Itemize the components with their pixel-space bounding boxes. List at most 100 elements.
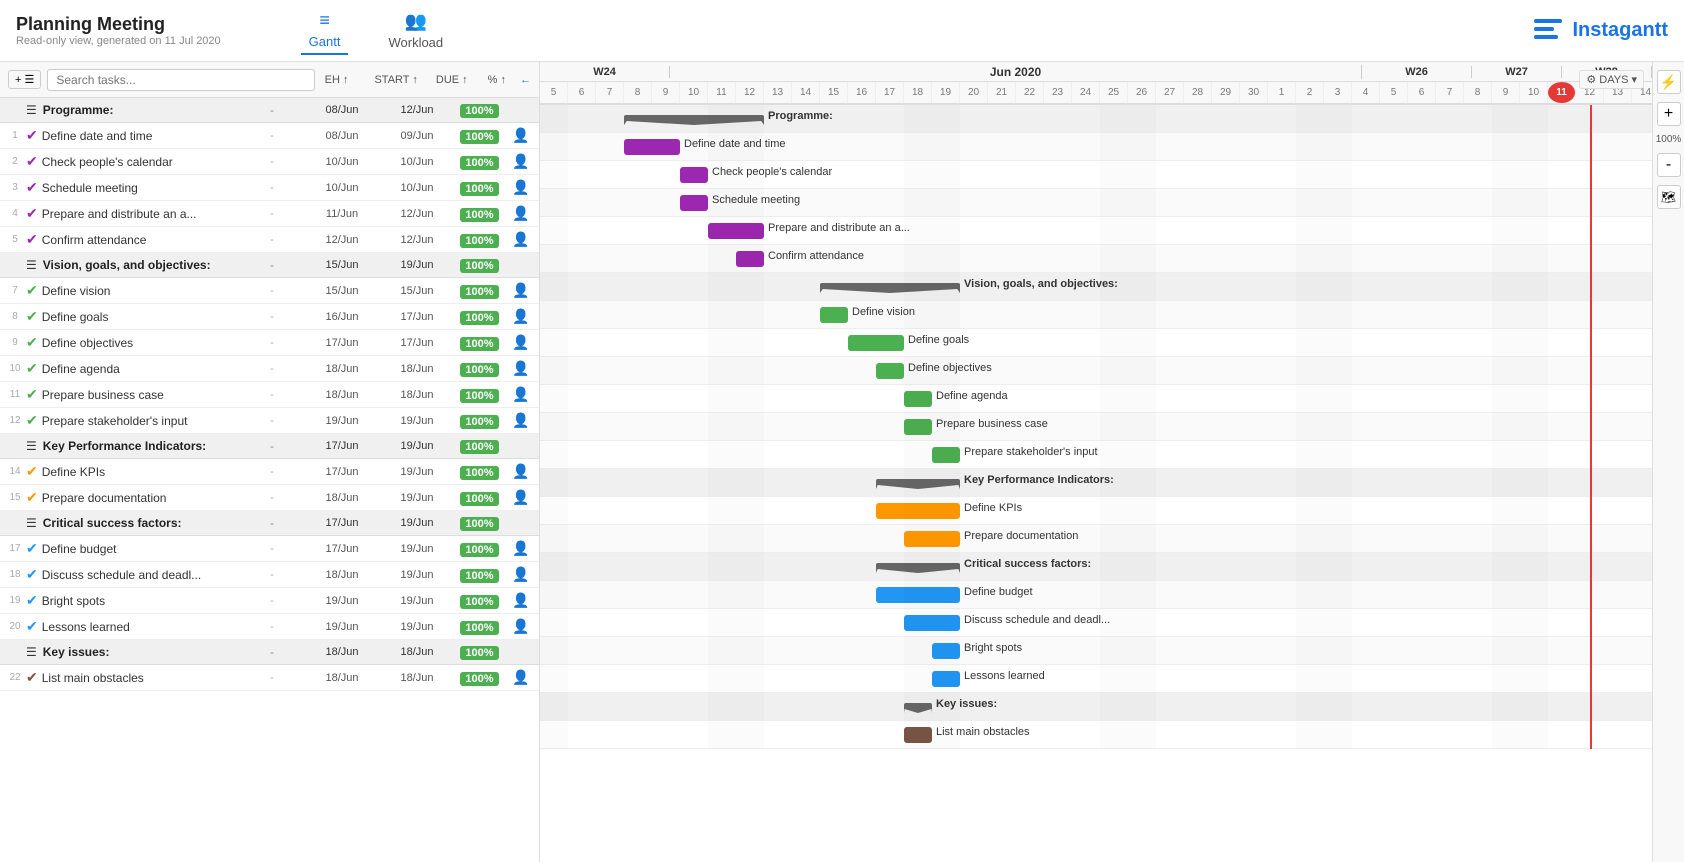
task-check-icon: ✔ [26,179,38,196]
task-pct: 100% [452,568,507,582]
group-collapse-icon[interactable]: ☰ [26,645,37,659]
task-assign-icon[interactable]: 👤 [507,566,535,583]
task-assign-icon[interactable]: 👤 [507,489,535,506]
task-toolbar: + ☰ EH ↑ START ↑ DUE ↑ % ↑ ← [0,62,539,98]
gantt-task-label: Define date and time [684,138,786,150]
connect-icon-button[interactable]: ⚡ [1657,70,1681,94]
gantt-group-bar-container: Programme: [540,105,1660,133]
task-assign-icon[interactable]: 👤 [507,669,535,686]
map-icon-button[interactable]: 🗺 [1657,185,1681,209]
task-num: 22 [4,672,26,683]
task-start: 10/Jun [302,182,382,194]
group-row-kpi[interactable]: ☰ Key Performance Indicators: - 17/Jun 1… [0,434,539,459]
group-collapse-icon[interactable]: ☰ [26,516,37,530]
task-name: Lessons learned [42,620,242,634]
group-eh: - [242,439,302,453]
task-assign-icon[interactable]: 👤 [507,540,535,557]
day-cell: 10 [680,82,708,103]
gantt-task-row: Define objectives [540,357,1684,385]
task-name: Define date and time [42,129,242,143]
task-start: 19/Jun [302,595,382,607]
task-pct: 100% [452,671,507,685]
start-header: START ↑ [374,74,417,86]
group-due: 19/Jun [382,517,452,529]
task-pct: 100% [452,491,507,505]
task-start: 15/Jun [302,285,382,297]
task-row: 1 ✔ Define date and time - 08/Jun 09/Jun… [0,123,539,149]
tab-gantt[interactable]: ≡ Gantt [301,6,349,55]
task-eh: - [242,492,302,504]
task-assign-icon[interactable]: 👤 [507,231,535,248]
task-num: 20 [4,621,26,632]
group-row-programme[interactable]: ☰ Programme: - 08/Jun 12/Jun 100% [0,98,539,123]
group-collapse-icon[interactable]: ☰ [26,258,37,272]
task-name: List main obstacles [42,671,242,685]
task-assign-icon[interactable]: 👤 [507,618,535,635]
group-start: 17/Jun [302,517,382,529]
task-assign-icon[interactable]: 👤 [507,386,535,403]
group-row-vision[interactable]: ☰ Vision, goals, and objectives: - 15/Ju… [0,253,539,278]
group-start: 08/Jun [302,104,382,116]
right-sidebar: ⚡ + 100% - 🗺 ⚙ DAYS ▾ [1652,62,1684,862]
header-title-area: Planning Meeting Read-only view, generat… [16,14,221,47]
task-start: 17/Jun [302,466,382,478]
group-collapse-icon[interactable]: ☰ [26,439,37,453]
group-row-csf[interactable]: ☰ Critical success factors: - 17/Jun 19/… [0,511,539,536]
group-eh: - [242,516,302,530]
task-due: 19/Jun [382,569,452,581]
task-start: 18/Jun [302,492,382,504]
task-name: Schedule meeting [42,181,242,195]
gantt-group-bar-container: Vision, goals, and objectives: [540,273,1660,301]
add-collapse-button[interactable]: + ☰ [8,70,41,89]
task-assign-icon[interactable]: 👤 [507,282,535,299]
task-num: 14 [4,466,26,477]
task-assign-icon[interactable]: 👤 [507,463,535,480]
task-pct: 100% [452,181,507,195]
zoom-out-button[interactable]: - [1657,153,1681,177]
gantt-task-bar [904,391,932,407]
task-assign-icon[interactable]: 👤 [507,153,535,170]
zoom-in-button[interactable]: + [1657,102,1681,126]
task-name: Confirm attendance [42,233,242,247]
group-collapse-icon[interactable]: ☰ [26,103,37,117]
task-eh: - [242,415,302,427]
gantt-group-bar [904,703,932,713]
task-row: 12 ✔ Prepare stakeholder's input - 19/Ju… [0,408,539,434]
task-eh: - [242,466,302,478]
task-assign-icon[interactable]: 👤 [507,592,535,609]
group-name: Critical success factors: [43,516,242,530]
task-name: Prepare and distribute an a... [42,207,242,221]
task-start: 16/Jun [302,311,382,323]
task-pct: 100% [452,336,507,350]
gantt-group-bar [820,283,960,293]
task-pct: 100% [452,620,507,634]
task-assign-icon[interactable]: 👤 [507,360,535,377]
task-assign-icon[interactable]: 👤 [507,308,535,325]
nav-arrow-button[interactable]: ← [520,74,531,86]
task-assign-icon[interactable]: 👤 [507,179,535,196]
group-row-keyissues[interactable]: ☰ Key issues: - 18/Jun 18/Jun 100% [0,640,539,665]
task-assign-icon[interactable]: 👤 [507,127,535,144]
gantt-task-bar-container: Lessons learned [540,665,1660,693]
task-start: 17/Jun [302,543,382,555]
task-assign-icon[interactable]: 👤 [507,412,535,429]
task-name: Define goals [42,310,242,324]
group-due: 19/Jun [382,259,452,271]
group-name: Key Performance Indicators: [43,439,242,453]
day-cell: 30 [1240,82,1268,103]
days-dropdown-button[interactable]: ⚙ DAYS ▾ [1579,70,1644,89]
task-num: 3 [4,182,26,193]
gantt-task-row: Prepare business case [540,413,1684,441]
tab-workload[interactable]: 👥 Workload [380,7,451,54]
task-check-icon: ✔ [26,360,38,377]
task-assign-icon[interactable]: 👤 [507,205,535,222]
task-assign-icon[interactable]: 👤 [507,334,535,351]
task-start: 18/Jun [302,363,382,375]
gantt-group-row: Critical success factors: [540,553,1684,581]
task-eh: - [242,311,302,323]
task-pct: 100% [452,362,507,376]
day-cell: 7 [596,82,624,103]
task-name: Define agenda [42,362,242,376]
search-input[interactable] [47,69,314,91]
gantt-task-label: Prepare stakeholder's input [964,446,1098,458]
